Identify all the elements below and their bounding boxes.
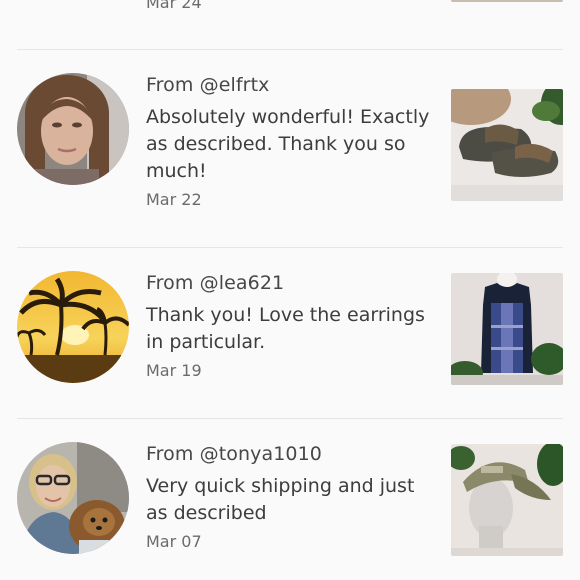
from-prefix: From xyxy=(146,443,200,465)
username-link[interactable]: @lea621 xyxy=(200,272,285,294)
tank-top-photo[interactable] xyxy=(451,273,563,385)
review-message: Thank you! Love the earrings in particul… xyxy=(146,304,425,353)
clog-shoes-photo[interactable] xyxy=(451,89,563,201)
review-message: Very quick shipping and just as describe… xyxy=(146,475,415,524)
from-prefix: From xyxy=(146,272,200,294)
review-text: Mar 24 xyxy=(146,0,436,14)
review-author: From @tonya1010 xyxy=(146,441,436,467)
review-date: Mar 07 xyxy=(146,532,202,551)
divider xyxy=(17,49,563,50)
review-text: From @lea621 Thank you! Love the earring… xyxy=(146,270,436,382)
username-link[interactable]: @tonya1010 xyxy=(200,443,322,465)
username-link[interactable]: @elfrtx xyxy=(200,74,270,96)
review-text: From @elfrtx Absolutely wonderful! Exact… xyxy=(146,72,436,211)
review-message: Absolutely wonderful! Exactly as describ… xyxy=(146,106,430,182)
visor-hat-photo[interactable] xyxy=(451,444,563,556)
review-author: From @lea621 xyxy=(146,270,436,296)
divider xyxy=(17,418,563,419)
reviews-feed: Mar 24 From @elfrtx Absolutely wonderful… xyxy=(0,0,580,580)
review-text: From @tonya1010 Very quick shipping and … xyxy=(146,441,436,553)
review-date: Mar 22 xyxy=(146,190,202,209)
woman-with-dog-avatar[interactable] xyxy=(17,442,129,554)
review-author: From @elfrtx xyxy=(146,72,436,98)
review-date: Mar 24 xyxy=(146,0,202,12)
item-photo[interactable] xyxy=(451,0,563,2)
palm-sunset-avatar[interactable] xyxy=(17,271,129,383)
review-date: Mar 19 xyxy=(146,361,202,380)
divider xyxy=(17,247,563,248)
woman-portrait-avatar[interactable] xyxy=(17,73,129,185)
from-prefix: From xyxy=(146,74,200,96)
